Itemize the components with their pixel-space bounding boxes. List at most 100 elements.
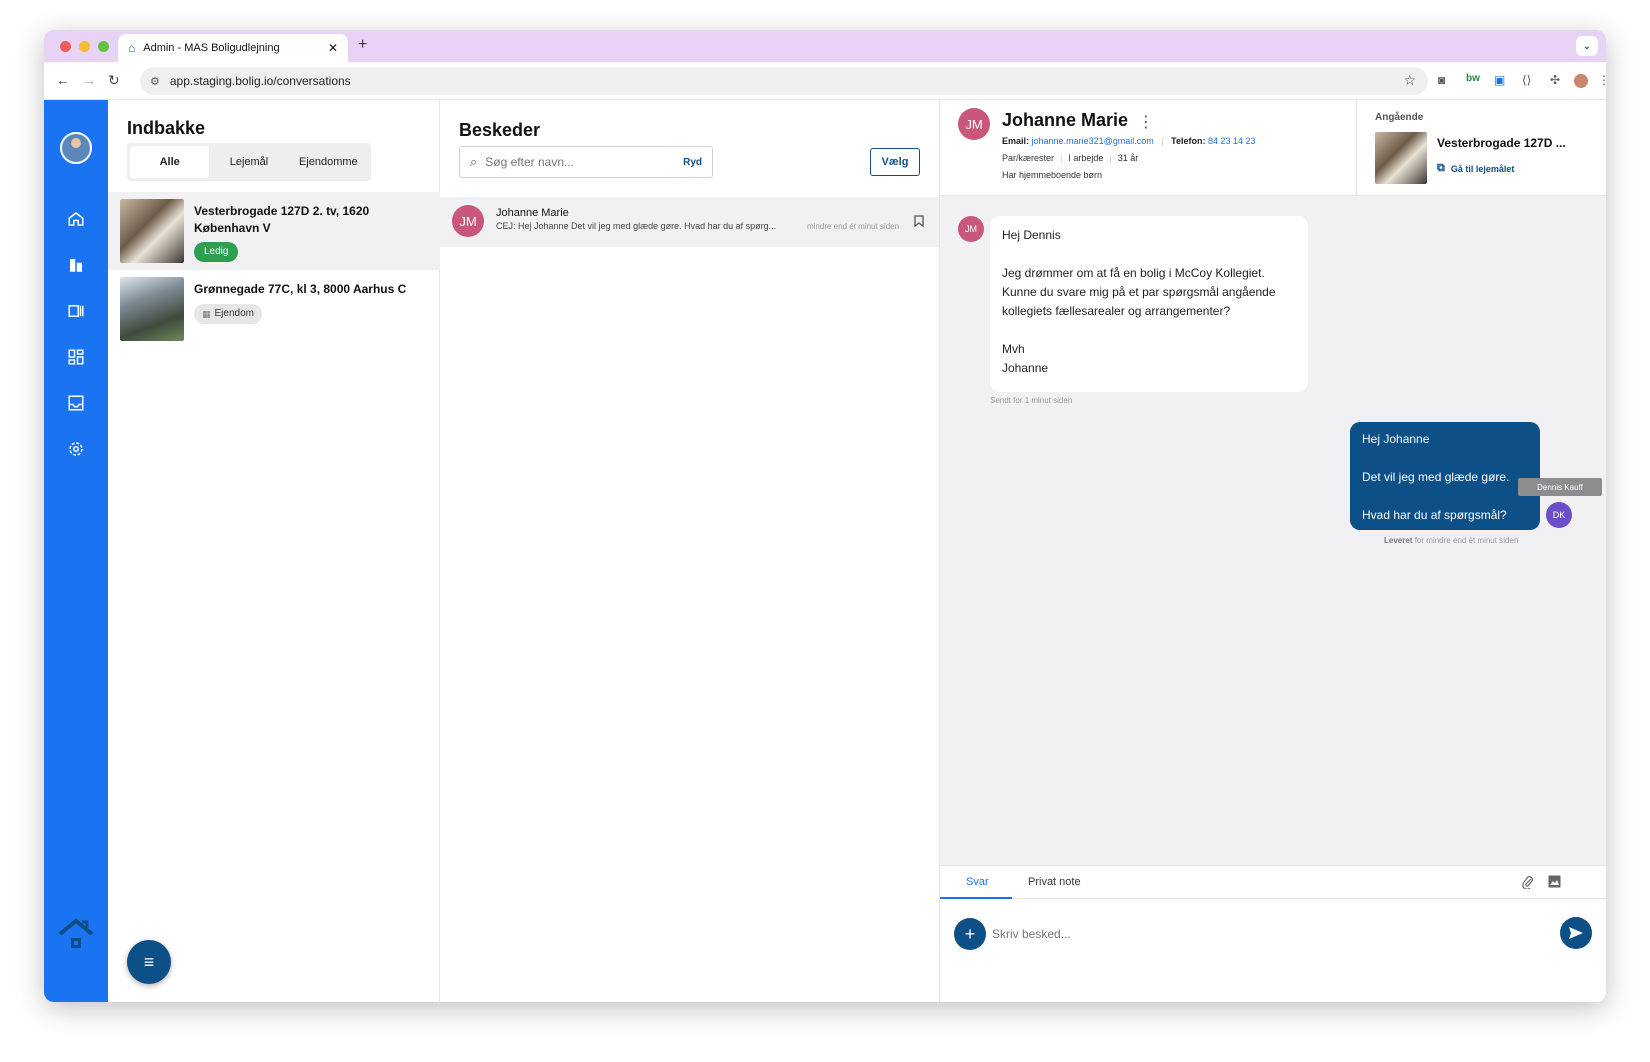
filter-tab-properties[interactable]: Ejendomme	[289, 146, 368, 178]
age: 31 år	[1117, 153, 1139, 163]
browser-tab[interactable]: ⌂ Admin - MAS Boligudlejning ✕	[118, 34, 348, 62]
forward-icon[interactable]: →	[82, 72, 96, 88]
contact-avatar: JM	[958, 108, 990, 140]
tab-bar: ⌂ Admin - MAS Boligudlejning ✕ + ⌄	[44, 30, 1606, 62]
puzzle-extensions-icon[interactable]: ✣	[1550, 73, 1560, 87]
reload-icon[interactable]: ↻	[108, 72, 120, 89]
search-input[interactable]	[485, 155, 676, 169]
contact-meta: Par/kærester | I arbejde | 31 år	[1002, 153, 1139, 163]
search-icon: ⌕	[470, 154, 478, 169]
browser-window: ⌂ Admin - MAS Boligudlejning ✕ + ⌄ ← → ↻…	[44, 30, 1606, 1002]
back-icon[interactable]: ←	[56, 72, 70, 88]
window-controls	[60, 41, 109, 52]
go-to-lease-label: Gå til lejemålet	[1450, 163, 1515, 174]
sender-avatar[interactable]: DK	[1546, 502, 1572, 528]
tab-reply[interactable]: Svar	[966, 876, 989, 888]
employment-status: I arbejde	[1068, 153, 1104, 163]
property-thumbnail	[120, 277, 184, 341]
image-icon[interactable]	[1548, 875, 1561, 891]
inbox-panel: Indbakke Alle Lejemål Ejendomme Vesterbr…	[108, 100, 440, 1002]
inbox-icon[interactable]	[66, 394, 86, 414]
attachment-icon[interactable]	[1522, 875, 1534, 892]
active-tab-indicator	[940, 897, 1012, 899]
filter-tab-all[interactable]: Alle	[130, 146, 210, 178]
more-options-icon[interactable]: ⋮	[1138, 112, 1154, 132]
plus-icon: +	[964, 923, 976, 944]
property-list-item[interactable]: Grønnegade 77C, kl 3, 8000 Aarhus C ▦ Ej…	[108, 270, 440, 348]
new-tab-button[interactable]: +	[358, 36, 367, 54]
send-icon	[1569, 927, 1583, 939]
blue-extension-icon[interactable]: ▣	[1494, 73, 1505, 87]
profile-avatar-icon[interactable]	[1574, 74, 1588, 88]
tab-private-note[interactable]: Privat note	[1028, 876, 1081, 888]
close-tab-icon[interactable]: ✕	[328, 41, 338, 55]
outgoing-time: for mindre end ét minut siden	[1414, 536, 1519, 545]
regarding-property-address: Vesterbrogade 127D ...	[1437, 136, 1566, 150]
message-thread: JM Hej Dennis Jeg drømmer om at få en bo…	[940, 196, 1606, 865]
listings-icon[interactable]	[66, 302, 86, 322]
external-link-icon: ⧉	[1437, 162, 1445, 174]
send-button[interactable]	[1560, 917, 1592, 949]
contact-name: Johanne Marie	[1002, 110, 1129, 130]
filter-tab-leases[interactable]: Lejemål	[209, 146, 288, 178]
clear-search-button[interactable]: Ryd	[683, 157, 702, 168]
conversation-item[interactable]: JM Johanne Marie CEJ: Hej Johanne Det vi…	[440, 197, 939, 247]
browser-menu-icon[interactable]: ⋮	[1598, 73, 1606, 87]
property-address: Grønnegade 77C, kl 3, 8000 Aarhus C	[194, 282, 407, 296]
type-badge-label: Ejendom	[214, 308, 254, 319]
children-info: Har hjemmeboende børn	[1002, 170, 1103, 180]
phone-link[interactable]: 84 23 14 23	[1208, 136, 1256, 146]
inbox-title: Indbakke	[127, 118, 206, 138]
status-badge: Ledig	[194, 242, 239, 262]
message-input[interactable]	[992, 918, 1512, 950]
bw-extension-icon[interactable]: bw	[1466, 73, 1480, 84]
code-extension-icon[interactable]: ⟨⟩	[1522, 73, 1531, 87]
sender-avatar: JM	[958, 216, 984, 242]
contact-info: Email: johanne.marie321@gmail.com | Tele…	[1002, 136, 1256, 146]
messages-panel: Beskeder ⌕ Ryd Vælg JM Johanne Marie CEJ…	[440, 100, 940, 1002]
camera-extension-icon[interactable]: ◙	[1438, 73, 1445, 87]
bookmark-icon[interactable]	[914, 215, 924, 230]
outgoing-timestamp: Leveret for mindre end ét minut siden	[1384, 536, 1518, 545]
contact-name: Johanne Marie	[496, 207, 569, 219]
sidebar	[44, 100, 108, 1002]
settings-gear-icon[interactable]	[66, 440, 86, 460]
menu-icon: ≡	[143, 951, 155, 972]
tab-search-button[interactable]: ⌄	[1576, 36, 1598, 56]
regarding-property-thumbnail	[1375, 132, 1427, 184]
minimize-window-button[interactable]	[79, 41, 90, 52]
go-to-lease-link[interactable]: ⧉ Gå til lejemålet	[1437, 162, 1514, 175]
select-button[interactable]: Vælg	[870, 148, 920, 176]
maximize-window-button[interactable]	[98, 41, 109, 52]
search-box: ⌕ Ryd	[459, 146, 713, 178]
regarding-panel: Angående Vesterbrogade 127D ... ⧉ Gå til…	[1356, 100, 1606, 196]
phone-label: Telefon:	[1171, 136, 1206, 146]
message-composer: Svar Privat note +	[940, 865, 1606, 1002]
buildings-icon[interactable]	[66, 256, 86, 276]
property-address: Vesterbrogade 127D 2. tv, 1620 København…	[194, 204, 370, 235]
property-list-item[interactable]: Vesterbrogade 127D 2. tv, 1620 København…	[108, 192, 440, 270]
menu-fab-button[interactable]: ≡	[127, 940, 171, 984]
email-link[interactable]: johanne.marie321@gmail.com	[1032, 136, 1154, 146]
tab-title: Admin - MAS Boligudlejning	[143, 42, 280, 54]
bookmark-star-icon[interactable]: ☆	[1403, 72, 1416, 89]
delivery-status: Leveret	[1384, 536, 1413, 545]
sender-name-tooltip: Dennis Kauff	[1518, 478, 1602, 496]
outgoing-message: Hej Johanne Det vil jeg med glæde gøre. …	[1350, 422, 1540, 530]
contact-avatar: JM	[452, 205, 484, 237]
home-icon[interactable]	[66, 210, 86, 230]
site-settings-icon[interactable]: ⚙	[150, 75, 160, 88]
composer-tabs: Svar Privat note	[940, 866, 1606, 899]
dashboard-icon[interactable]	[66, 348, 86, 368]
user-avatar[interactable]	[60, 132, 92, 164]
property-thumbnail	[120, 199, 184, 263]
regarding-label: Angående	[1375, 112, 1424, 123]
incoming-message: Hej Dennis Jeg drømmer om at få en bolig…	[990, 216, 1308, 392]
url-field[interactable]: ⚙ app.staging.bolig.io/conversations ☆	[140, 67, 1428, 95]
building-icon: ▦	[202, 309, 211, 319]
email-label: Email:	[1002, 136, 1030, 146]
url-text: app.staging.bolig.io/conversations	[169, 74, 351, 88]
add-button[interactable]: +	[954, 918, 986, 950]
messages-title: Beskeder	[459, 120, 541, 140]
close-window-button[interactable]	[60, 41, 71, 52]
